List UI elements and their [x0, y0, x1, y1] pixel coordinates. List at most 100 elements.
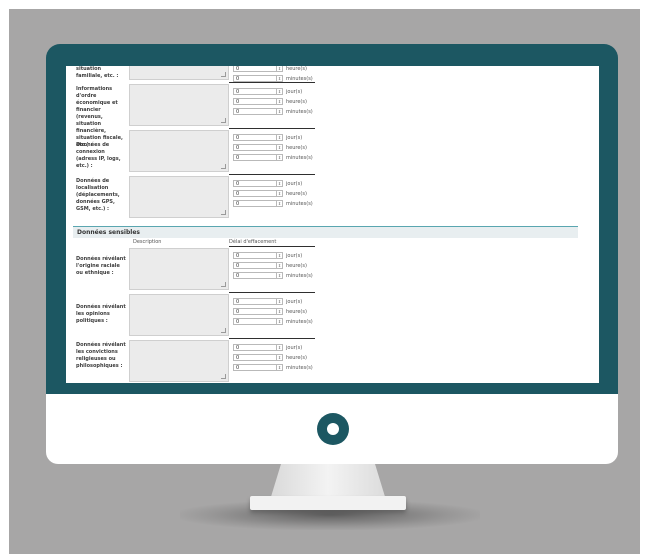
delay-days: 0 ⇕ jour(s) — [233, 297, 313, 306]
table-row: Données de connexion (adress IP, logs, e… — [73, 128, 593, 174]
delay-hours: 0 ⇕ heure(s) — [233, 189, 313, 198]
spinner-icon[interactable]: ⇕ — [276, 89, 282, 94]
hours-input[interactable]: 0 ⇕ — [233, 190, 283, 197]
column-headers: Description Délai d'effacement — [73, 238, 593, 246]
description-textarea[interactable] — [129, 294, 229, 336]
description-textarea[interactable] — [129, 130, 229, 172]
minutes-input[interactable]: 0 ⇕ — [233, 200, 283, 207]
delay-cell: 0 ⇕ heure(s) 0 ⇕ minutes(s) — [229, 66, 315, 82]
minutes-input[interactable]: 0 ⇕ — [233, 364, 283, 371]
spinner-icon[interactable]: ⇕ — [276, 109, 282, 114]
spinner-icon[interactable]: ⇕ — [276, 345, 282, 350]
spinner-icon[interactable]: ⇕ — [276, 201, 282, 206]
delay-hours: 0 ⇕ heure(s) — [233, 143, 313, 152]
delay-hours: 0 ⇕ heure(s) — [233, 353, 313, 362]
spinner-icon[interactable]: ⇕ — [276, 309, 282, 314]
hours-input[interactable]: 0 ⇕ — [233, 98, 283, 105]
monitor-screen: situation familiale, etc. : 0 ⇕ heure(s) … — [66, 66, 599, 383]
spinner-icon[interactable]: ⇕ — [276, 135, 282, 140]
delay-hours: 0 ⇕ heure(s) — [233, 261, 313, 270]
row-label: Données révélant l'origine raciale ou et… — [76, 256, 126, 276]
spinner-icon[interactable]: ⇕ — [276, 299, 282, 304]
unit-label: heure(s) — [286, 354, 307, 361]
form-content: situation familiale, etc. : 0 ⇕ heure(s) … — [73, 66, 593, 383]
minutes-input[interactable]: 0 ⇕ — [233, 108, 283, 115]
row-label: Données révélant les opinions politiques… — [76, 304, 126, 324]
delay-days: 0 ⇕ jour(s) — [233, 343, 313, 352]
spinner-icon[interactable]: ⇕ — [276, 355, 282, 360]
delay-cell: 0 ⇕ jour(s) 0 ⇕ heure(s) 0 ⇕ minutes(s) — [229, 82, 315, 128]
unit-label: jour(s) — [286, 252, 303, 259]
description-textarea[interactable] — [129, 340, 229, 382]
delay-cell: 0 ⇕ jour(s) 0 ⇕ heure(s) 0 ⇕ minutes(s) — [229, 128, 315, 174]
unit-label: minutes(s) — [286, 318, 313, 325]
spinner-icon[interactable]: ⇕ — [276, 181, 282, 186]
minutes-input[interactable]: 0 ⇕ — [233, 318, 283, 325]
hours-input[interactable]: 0 ⇕ — [233, 354, 283, 361]
hours-input[interactable]: 0 ⇕ — [233, 66, 283, 72]
spinner-icon[interactable]: ⇕ — [276, 66, 282, 71]
spinner-icon[interactable]: ⇕ — [276, 365, 282, 370]
delay-hours: 0 ⇕ heure(s) — [233, 97, 313, 106]
row-label: Informations d'ordre économique et finan… — [76, 86, 123, 148]
description-textarea[interactable] — [129, 66, 229, 80]
unit-label: heure(s) — [286, 144, 307, 151]
table-row: Informations d'ordre économique et finan… — [73, 82, 593, 148]
minutes-input[interactable]: 0 ⇕ — [233, 75, 283, 82]
column-header-delay: Délai d'effacement — [229, 239, 277, 245]
delay-minutes: 0 ⇕ minutes(s) — [233, 363, 313, 372]
spinner-icon[interactable]: ⇕ — [276, 145, 282, 150]
days-input[interactable]: 0 ⇕ — [233, 180, 283, 187]
spinner-icon[interactable]: ⇕ — [276, 263, 282, 268]
unit-label: jour(s) — [286, 298, 303, 305]
monitor-stand-neck — [270, 462, 386, 500]
description-textarea[interactable] — [129, 248, 229, 290]
minutes-input[interactable]: 0 ⇕ — [233, 272, 283, 279]
delay-minutes: 0 ⇕ minutes(s) — [233, 199, 313, 208]
unit-label: minutes(s) — [286, 75, 313, 82]
unit-label: jour(s) — [286, 134, 303, 141]
hours-input[interactable]: 0 ⇕ — [233, 308, 283, 315]
days-input[interactable]: 0 ⇕ — [233, 344, 283, 351]
delay-minutes: 0 ⇕ minutes(s) — [233, 107, 313, 116]
days-input[interactable]: 0 ⇕ — [233, 252, 283, 259]
spinner-icon[interactable]: ⇕ — [276, 76, 282, 81]
days-input[interactable]: 0 ⇕ — [233, 88, 283, 95]
unit-label: heure(s) — [286, 262, 307, 269]
unit-label: minutes(s) — [286, 364, 313, 371]
days-input[interactable]: 0 ⇕ — [233, 134, 283, 141]
delay-minutes: 0 ⇕ minutes(s) — [233, 153, 313, 162]
description-textarea[interactable] — [129, 176, 229, 218]
minutes-input[interactable]: 0 ⇕ — [233, 154, 283, 161]
hours-input[interactable]: 0 ⇕ — [233, 144, 283, 151]
delay-days: 0 ⇕ jour(s) — [233, 87, 313, 96]
spinner-icon[interactable]: ⇕ — [276, 273, 282, 278]
delay-days: 0 ⇕ jour(s) — [233, 179, 313, 188]
unit-label: jour(s) — [286, 344, 303, 351]
column-header-description: Description — [133, 239, 162, 245]
section-header: Données sensibles — [73, 226, 578, 238]
spinner-icon[interactable]: ⇕ — [276, 253, 282, 258]
unit-label: heure(s) — [286, 308, 307, 315]
hours-input[interactable]: 0 ⇕ — [233, 262, 283, 269]
spinner-icon[interactable]: ⇕ — [276, 155, 282, 160]
delay-hours: 0 ⇕ heure(s) — [233, 307, 313, 316]
table-row: Données révélant les convictions religie… — [73, 338, 593, 383]
spinner-icon[interactable]: ⇕ — [276, 191, 282, 196]
spinner-icon[interactable]: ⇕ — [276, 99, 282, 104]
delay-cell: 0 ⇕ jour(s) 0 ⇕ heure(s) 0 ⇕ minutes(s) — [229, 246, 315, 292]
delay-minutes: 0 ⇕ minutes(s) — [233, 271, 313, 280]
unit-label: heure(s) — [286, 66, 307, 72]
delay-cell: 0 ⇕ jour(s) 0 ⇕ heure(s) 0 ⇕ minutes(s) — [229, 292, 315, 338]
row-label: situation familiale, etc. : — [76, 66, 119, 79]
delay-days: 0 ⇕ jour(s) — [233, 133, 313, 142]
table-row: Données révélant les opinions politiques… — [73, 292, 593, 338]
delay-cell: 0 ⇕ jour(s) 0 ⇕ heure(s) 0 ⇕ minutes(s) — [229, 174, 315, 220]
spinner-icon[interactable]: ⇕ — [276, 319, 282, 324]
table-row: situation familiale, etc. : 0 ⇕ heure(s) … — [73, 66, 593, 82]
delay-cell: 0 ⇕ jour(s) 0 ⇕ heure(s) 0 ⇕ minutes(s) — [229, 338, 315, 383]
row-label: Données de connexion (adress IP, logs, e… — [76, 142, 121, 169]
days-input[interactable]: 0 ⇕ — [233, 298, 283, 305]
description-textarea[interactable] — [129, 84, 229, 126]
unit-label: heure(s) — [286, 190, 307, 197]
